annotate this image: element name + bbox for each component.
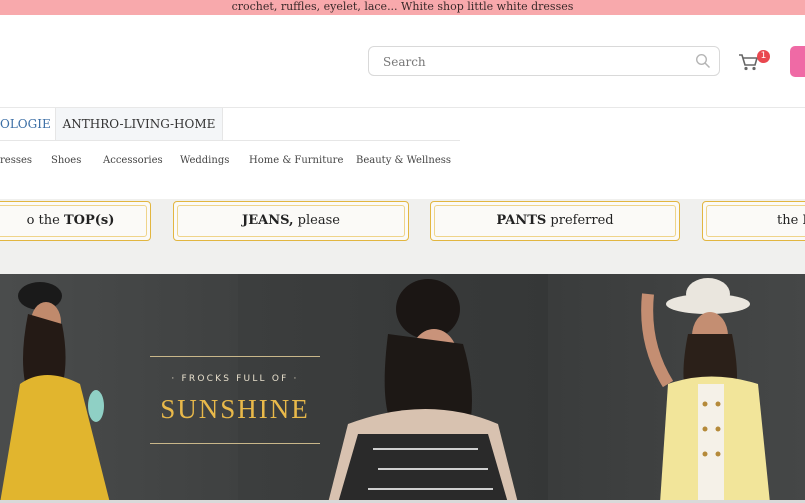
site-header: 1: [0, 15, 805, 108]
tab-anthropologie[interactable]: OLOGIE: [0, 108, 56, 140]
promo-pill-dresses[interactable]: the D: [702, 201, 805, 241]
account-button[interactable]: [790, 46, 805, 77]
nav-item-dresses[interactable]: resses: [0, 155, 32, 166]
promo-banner[interactable]: crochet, ruffles, eyelet, lace... White …: [0, 0, 805, 15]
nav-item-beauty-wellness[interactable]: Beauty & Wellness: [356, 155, 451, 166]
promo-banner-text[interactable]: crochet, ruffles, eyelet, lace... White …: [232, 0, 574, 13]
divider: [150, 443, 320, 444]
nav-item-shoes[interactable]: Shoes: [51, 155, 81, 166]
nav-item-weddings[interactable]: Weddings: [180, 155, 229, 166]
pill-bold: TOP(s): [63, 213, 115, 228]
promo-pill-pants[interactable]: PANTS preferred: [430, 201, 680, 241]
hero-photo-right: [548, 274, 805, 503]
promo-pill-tops[interactable]: o the TOP(s): [0, 201, 151, 241]
search-box[interactable]: [368, 46, 720, 76]
nav-item-home-furniture[interactable]: Home & Furniture: [249, 155, 343, 166]
search-input[interactable]: [381, 52, 685, 72]
pill-suffix: please: [293, 213, 340, 228]
pill-bold: JEANS,: [242, 213, 294, 228]
pill-prefix: the: [777, 213, 803, 228]
hero-banner[interactable]: · FROCKS FULL OF · SUNSHINE: [0, 274, 805, 503]
tab-anthro-living-home[interactable]: ANTHRO-LIVING-HOME: [56, 108, 223, 140]
promo-pill-row: o the TOP(s) JEANS, please PANTS preferr…: [0, 199, 805, 274]
hero-kicker: · FROCKS FULL OF ·: [171, 374, 299, 384]
search-icon[interactable]: [695, 53, 711, 69]
hero-headline: SUNSHINE: [160, 394, 310, 424]
nav-item-accessories[interactable]: Accessories: [103, 155, 163, 166]
hero-headline-block[interactable]: · FROCKS FULL OF · SUNSHINE: [150, 356, 320, 444]
pill-bold: PANTS: [496, 213, 547, 228]
model-white-hat-image: [641, 278, 770, 503]
site-tabs: OLOGIE ANTHRO-LIVING-HOME: [0, 108, 460, 141]
divider: [150, 356, 320, 357]
pill-prefix: o the: [26, 213, 64, 228]
pill-suffix: preferred: [546, 213, 614, 228]
cart-count-badge: 1: [757, 50, 770, 63]
promo-pill-jeans[interactable]: JEANS, please: [173, 201, 409, 241]
